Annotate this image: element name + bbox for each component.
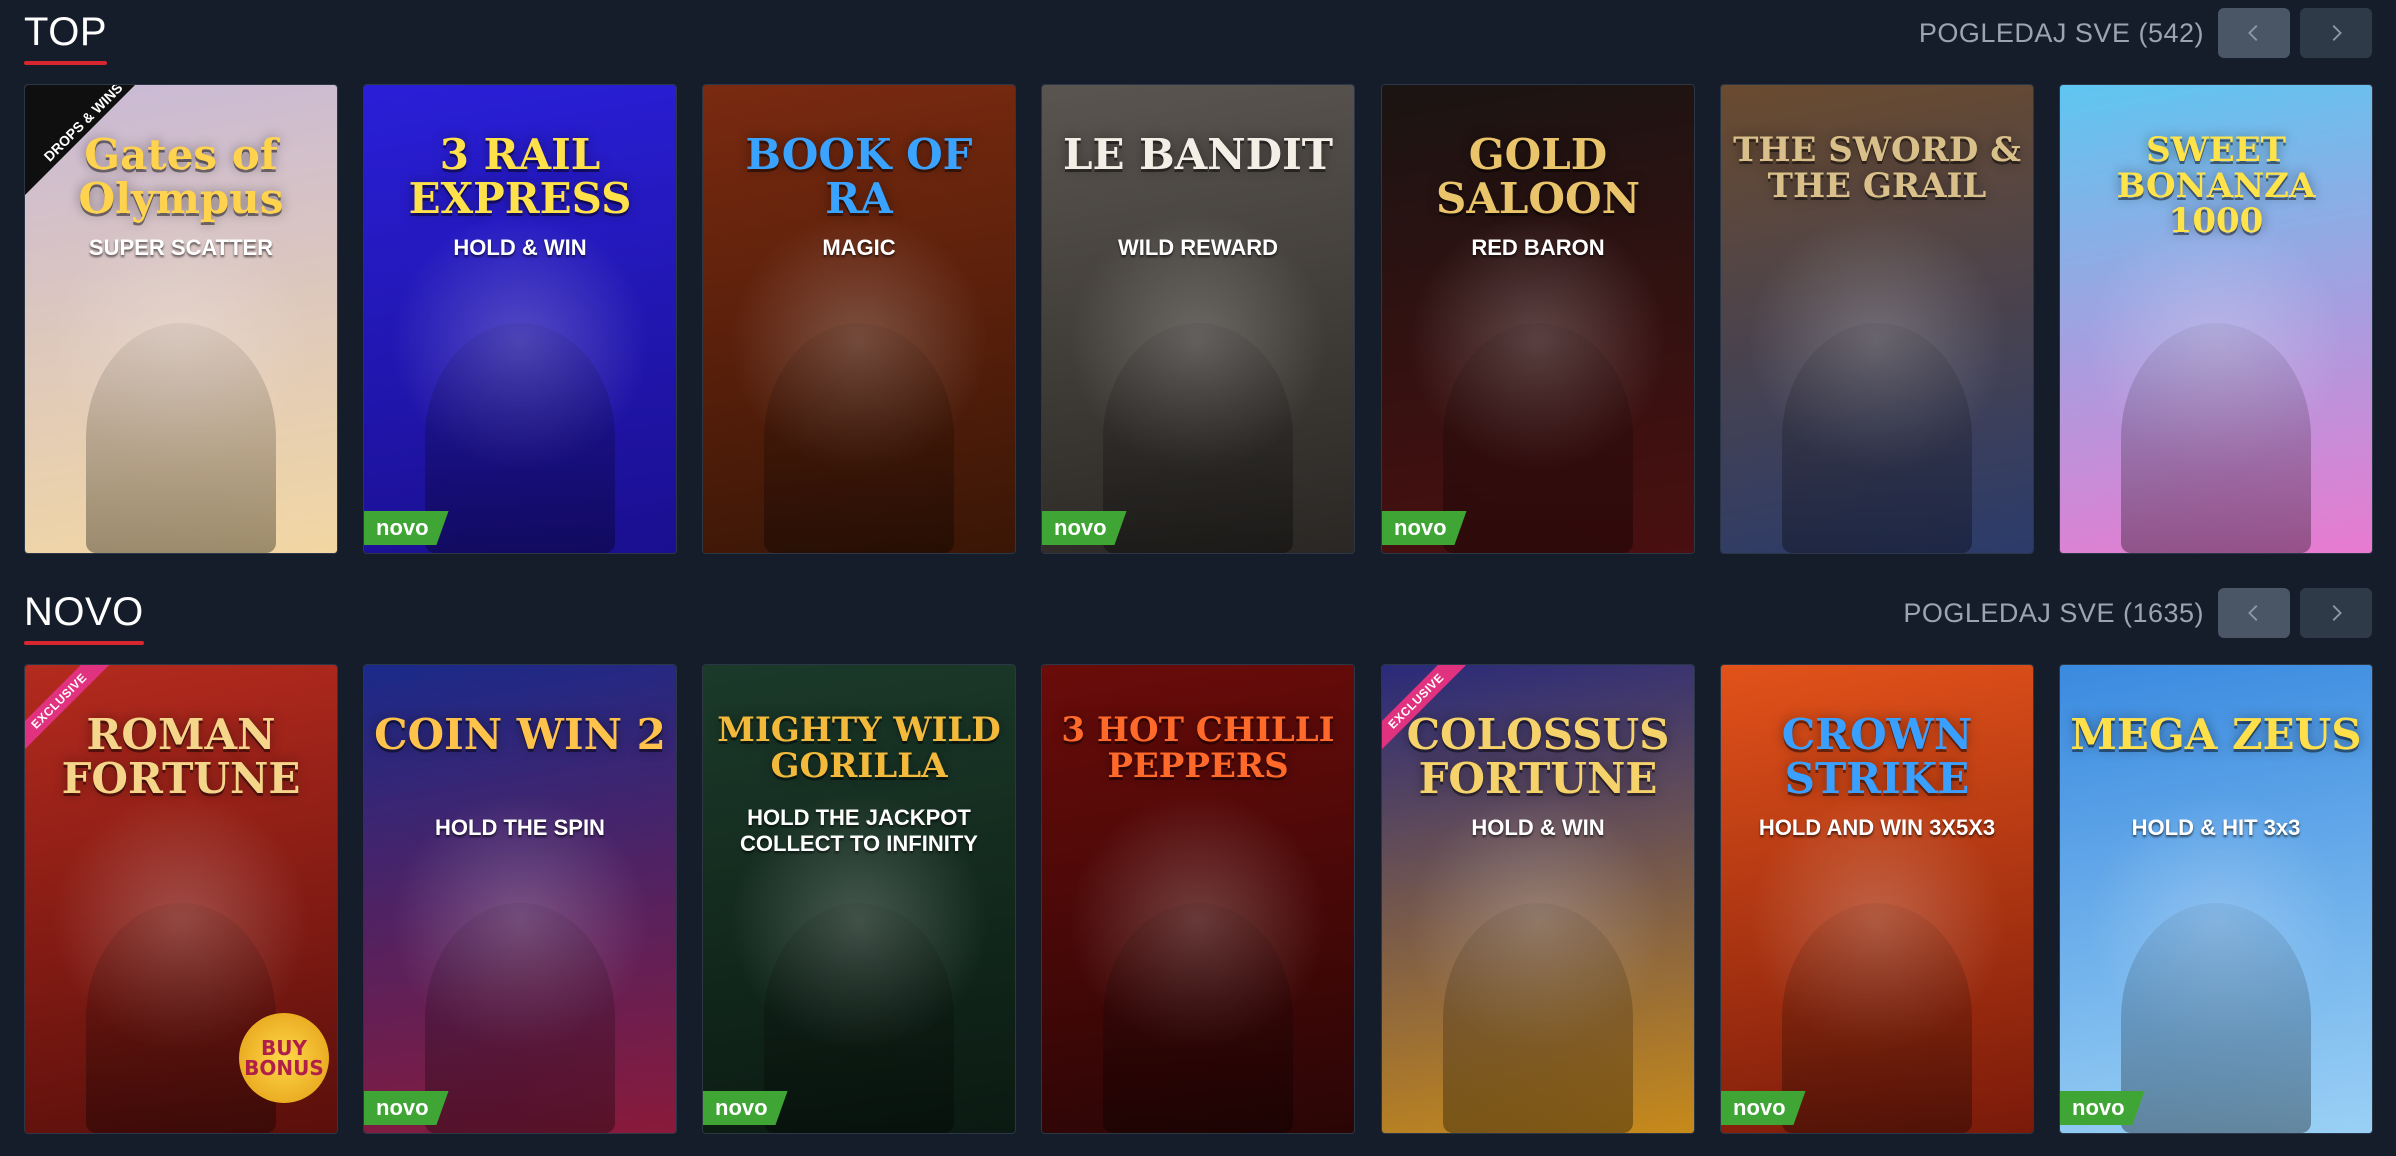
game-subtitle: HOLD THE JACKPOT COLLECT TO INFINITY: [740, 805, 978, 856]
game-subtitle: HOLD AND WIN 3X5X3: [1758, 815, 1996, 840]
buy-bonus-badge: BUY BONUS: [239, 1013, 329, 1103]
character-figure: [1443, 903, 1633, 1133]
game-carousel: Gates of Olympus SUPER SCATTER DROPS & WIN…: [24, 84, 2373, 556]
drops-wins-corner: [25, 85, 135, 195]
game-title: 3 HOT CHILLI PEPPERS: [1061, 710, 1335, 786]
character-figure: [1782, 903, 1972, 1133]
game-subtitle: HOLD THE SPIN: [435, 815, 605, 840]
game-tile[interactable]: 3 HOT CHILLI PEPPERS: [1041, 664, 1355, 1134]
game-tile[interactable]: CROWN STRIKE HOLD AND WIN 3X5X3 novo: [1720, 664, 2034, 1134]
game-tile[interactable]: COLOSSUS FORTUNE HOLD & WIN EXCLUSIVE: [1381, 664, 1695, 1134]
section-title: TOP: [24, 10, 108, 65]
game-tile[interactable]: Gates of Olympus SUPER SCATTER DROPS & WIN…: [24, 84, 338, 554]
game-subtitle: WILD REWARD: [1117, 235, 1279, 260]
character-figure: [1103, 903, 1293, 1133]
game-subtitle: HOLD & WIN: [453, 235, 587, 260]
chevron-right-icon: [2332, 25, 2342, 41]
chevron-left-icon: [2248, 25, 2258, 41]
game-subtitle: RED BARON: [1471, 235, 1605, 260]
game-tile[interactable]: COIN WIN 2 HOLD THE SPIN novo: [363, 664, 677, 1134]
game-carousel: ROMAN FORTUNE BUY BONUS EXCLUSIVE COIN WIN …: [24, 664, 2373, 1136]
game-subtitle: SUPER SCATTER: [88, 235, 274, 260]
game-title: 3 RAIL EXPRESS: [408, 130, 632, 224]
view-all-link[interactable]: POGLEDAJ SVE (542): [1919, 18, 2204, 49]
game-subtitle: HOLD & WIN: [1471, 815, 1605, 840]
section-title: NOVO: [24, 590, 144, 645]
chevron-right-icon: [2332, 605, 2342, 621]
game-title: MIGHTY WILD GORILLA: [717, 710, 1001, 786]
game-title: CROWN STRIKE: [1781, 710, 1973, 804]
character-figure: [1782, 323, 1972, 553]
game-title: BOOK OF RA: [745, 130, 973, 224]
novo-badge: novo: [1042, 511, 1127, 545]
character-figure: [86, 903, 276, 1133]
prev-button[interactable]: [2218, 588, 2290, 638]
prev-button[interactable]: [2218, 8, 2290, 58]
novo-badge: novo: [1721, 1091, 1806, 1125]
novo-badge: novo: [364, 511, 449, 545]
game-tile[interactable]: 3 RAIL EXPRESS HOLD & WIN novo: [363, 84, 677, 554]
game-tile[interactable]: THE SWORD & THE GRAIL: [1720, 84, 2034, 554]
novo-badge: novo: [703, 1091, 788, 1125]
game-title: LE BANDIT: [1063, 130, 1333, 179]
game-title: SWEET BONANZA 1000: [2116, 130, 2316, 242]
game-tile[interactable]: BOOK OF RA MAGIC: [702, 84, 1016, 554]
title-underline: [24, 641, 144, 645]
character-figure: [2121, 903, 2311, 1133]
character-figure: [2121, 323, 2311, 553]
novo-badge: novo: [1382, 511, 1467, 545]
game-title: COLOSSUS FORTUNE: [1406, 710, 1670, 804]
game-subtitle: MAGIC: [822, 235, 896, 260]
title-underline: [24, 61, 108, 65]
game-title: MEGA ZEUS: [2070, 710, 2362, 759]
game-tile[interactable]: ROMAN FORTUNE BUY BONUS EXCLUSIVE: [24, 664, 338, 1134]
next-button[interactable]: [2300, 8, 2372, 58]
game-title: COIN WIN 2: [374, 710, 666, 759]
game-title: THE SWORD & THE GRAIL: [1733, 130, 2021, 206]
section-title-text: NOVO: [24, 590, 144, 634]
section-title-text: TOP: [24, 10, 108, 54]
character-figure: [425, 903, 615, 1133]
character-figure: [86, 323, 276, 553]
character-figure: [1443, 323, 1633, 553]
novo-badge: novo: [2060, 1091, 2145, 1125]
character-figure: [425, 323, 615, 553]
game-title: GOLD SALOON: [1435, 130, 1640, 224]
game-subtitle: HOLD & HIT 3x3: [2131, 815, 2301, 840]
game-tile[interactable]: SWEET BONANZA 1000: [2059, 84, 2373, 554]
chevron-left-icon: [2248, 605, 2258, 621]
character-figure: [1103, 323, 1293, 553]
game-tile[interactable]: LE BANDIT WILD REWARD novo: [1041, 84, 1355, 554]
game-tile[interactable]: GOLD SALOON RED BARON novo: [1381, 84, 1695, 554]
game-tile[interactable]: MIGHTY WILD GORILLA HOLD THE JACKPOT COLL…: [702, 664, 1016, 1134]
character-figure: [764, 323, 954, 553]
next-button[interactable]: [2300, 588, 2372, 638]
novo-badge: novo: [364, 1091, 449, 1125]
view-all-link[interactable]: POGLEDAJ SVE (1635): [1903, 598, 2204, 629]
game-title: ROMAN FORTUNE: [61, 710, 301, 804]
game-tile[interactable]: MEGA ZEUS HOLD & HIT 3x3 novo: [2059, 664, 2373, 1134]
character-figure: [764, 903, 954, 1133]
